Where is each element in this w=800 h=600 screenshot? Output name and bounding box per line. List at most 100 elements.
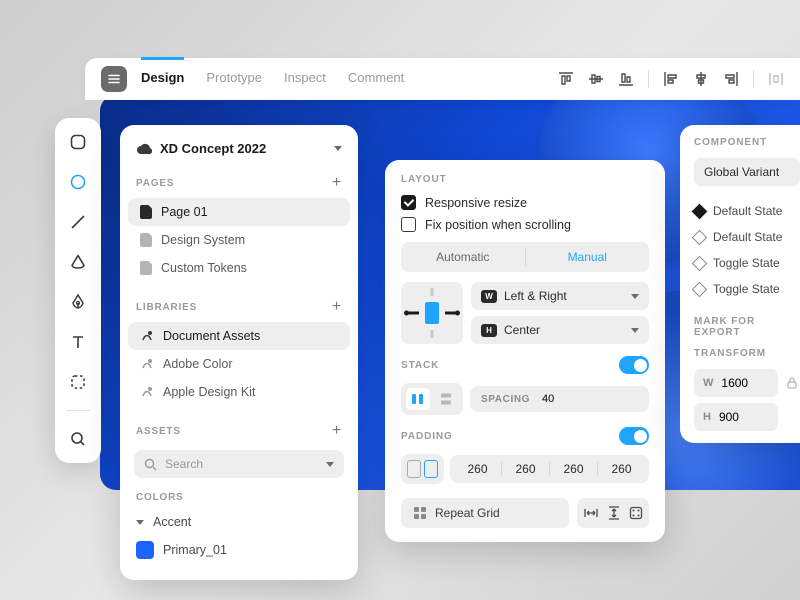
stack-horizontal-button[interactable]: [406, 388, 430, 410]
transform-heading: TRANSFORM: [694, 348, 800, 359]
align-hcenter-icon[interactable]: [693, 71, 709, 87]
scroll-both-icon[interactable]: [629, 506, 643, 520]
main-menu-button[interactable]: [101, 66, 127, 92]
library-item[interactable]: Document Assets: [128, 322, 350, 350]
libraries-heading: LIBRARIES +: [120, 290, 358, 322]
align-bottom-icon[interactable]: [618, 71, 634, 87]
padding-heading: PADDING: [401, 431, 453, 442]
scroll-h-icon[interactable]: [583, 506, 599, 520]
tool-artboard[interactable]: [66, 370, 90, 394]
cloud-icon: [136, 142, 152, 156]
library-item[interactable]: Adobe Color: [128, 350, 350, 378]
horizontal-constraint-dropdown[interactable]: WLeft & Right: [471, 282, 649, 310]
padding-values[interactable]: 260 260 260 260: [450, 455, 649, 483]
width-badge-icon: W: [481, 290, 497, 303]
divider: [753, 70, 754, 88]
grid-icon: [413, 506, 427, 520]
state-item[interactable]: Default State: [694, 224, 800, 250]
project-selector[interactable]: XD Concept 2022: [120, 137, 358, 166]
page-item[interactable]: Page 01: [128, 198, 350, 226]
tool-text[interactable]: [66, 330, 90, 354]
chevron-down-icon: [334, 146, 342, 151]
distribute-icon[interactable]: [768, 71, 784, 87]
tool-pen[interactable]: [66, 290, 90, 314]
top-bar: Design Prototype Inspect Comment: [85, 58, 800, 100]
color-swatch-item[interactable]: Primary_01: [120, 535, 358, 565]
stack-vertical-button[interactable]: [434, 388, 458, 410]
tab-design[interactable]: Design: [141, 57, 184, 89]
tab-comment[interactable]: Comment: [348, 70, 404, 89]
search-icon: [144, 458, 157, 471]
assets-icon: [140, 385, 154, 399]
layout-panel: LAYOUT Responsive resize Fix position wh…: [385, 160, 665, 542]
state-item[interactable]: Toggle State: [694, 276, 800, 302]
library-item[interactable]: Apple Design Kit: [128, 378, 350, 406]
stack-toggle[interactable]: [619, 356, 649, 374]
checkbox-icon: [401, 195, 416, 210]
diamond-icon: [692, 255, 708, 271]
width-input[interactable]: W1600: [694, 369, 778, 397]
tool-polygon[interactable]: [66, 250, 90, 274]
tab-inspect[interactable]: Inspect: [284, 70, 326, 89]
divider: [648, 70, 649, 88]
layout-mode-segmented: Automatic Manual: [401, 242, 649, 272]
stack-direction-buttons: [401, 383, 463, 415]
spacing-input[interactable]: SPACING40: [470, 386, 649, 412]
align-vcenter-icon[interactable]: [588, 71, 604, 87]
state-item[interactable]: Toggle State: [694, 250, 800, 276]
responsive-resize-checkbox[interactable]: Responsive resize: [401, 195, 649, 210]
scroll-v-icon[interactable]: [607, 506, 621, 520]
colors-heading: COLORS: [120, 484, 358, 509]
checkbox-icon: [401, 217, 416, 232]
page-icon: [140, 205, 152, 219]
project-name: XD Concept 2022: [160, 141, 326, 156]
add-library-button[interactable]: +: [332, 298, 342, 316]
align-right-icon[interactable]: [723, 71, 739, 87]
constraint-widget[interactable]: [401, 282, 463, 344]
tool-line[interactable]: [66, 210, 90, 234]
tool-zoom[interactable]: [66, 427, 90, 451]
vertical-constraint-dropdown[interactable]: HCenter: [471, 316, 649, 344]
page-icon: [140, 261, 152, 275]
hamburger-icon: [107, 72, 121, 86]
add-asset-button[interactable]: +: [332, 422, 342, 440]
repeat-grid-button[interactable]: Repeat Grid: [401, 498, 569, 528]
align-top-icon[interactable]: [558, 71, 574, 87]
page-icon: [140, 233, 152, 247]
diamond-icon: [692, 281, 708, 297]
tab-prototype[interactable]: Prototype: [206, 70, 262, 89]
toolbar-divider: [66, 410, 90, 411]
align-left-icon[interactable]: [663, 71, 679, 87]
component-heading: COMPONENT: [694, 137, 800, 148]
pages-heading: PAGES +: [120, 166, 358, 198]
layout-heading: LAYOUT: [401, 174, 649, 185]
global-variant-dropdown[interactable]: Global Variant: [694, 158, 800, 186]
diamond-icon: [692, 203, 708, 219]
stack-heading: STACK: [401, 360, 439, 371]
page-item[interactable]: Design System: [128, 226, 350, 254]
padding-toggle[interactable]: [619, 427, 649, 445]
tool-rectangle[interactable]: [66, 130, 90, 154]
mode-automatic[interactable]: Automatic: [401, 242, 525, 272]
chevron-down-icon: [631, 294, 639, 299]
padding-link-buttons[interactable]: [401, 454, 444, 484]
lock-aspect-icon[interactable]: [784, 375, 800, 391]
color-folder[interactable]: Accent: [120, 509, 358, 535]
diamond-icon: [692, 229, 708, 245]
layout-action-group: [577, 498, 649, 528]
fix-position-checkbox[interactable]: Fix position when scrolling: [401, 217, 649, 232]
color-swatch: [136, 541, 154, 559]
asset-search-input[interactable]: Search: [134, 450, 344, 478]
tools-toolbar: [55, 118, 101, 463]
chevron-down-icon: [136, 520, 144, 525]
component-panel: COMPONENT Global Variant Default State D…: [680, 125, 800, 443]
chevron-down-icon: [326, 462, 334, 467]
export-heading: MARK FOR EXPORT: [694, 316, 800, 338]
add-page-button[interactable]: +: [332, 174, 342, 192]
mode-tabs: Design Prototype Inspect Comment: [141, 70, 404, 89]
tool-ellipse[interactable]: [66, 170, 90, 194]
mode-manual[interactable]: Manual: [526, 242, 650, 272]
state-item[interactable]: Default State: [694, 198, 800, 224]
page-item[interactable]: Custom Tokens: [128, 254, 350, 282]
height-input[interactable]: H900: [694, 403, 778, 431]
